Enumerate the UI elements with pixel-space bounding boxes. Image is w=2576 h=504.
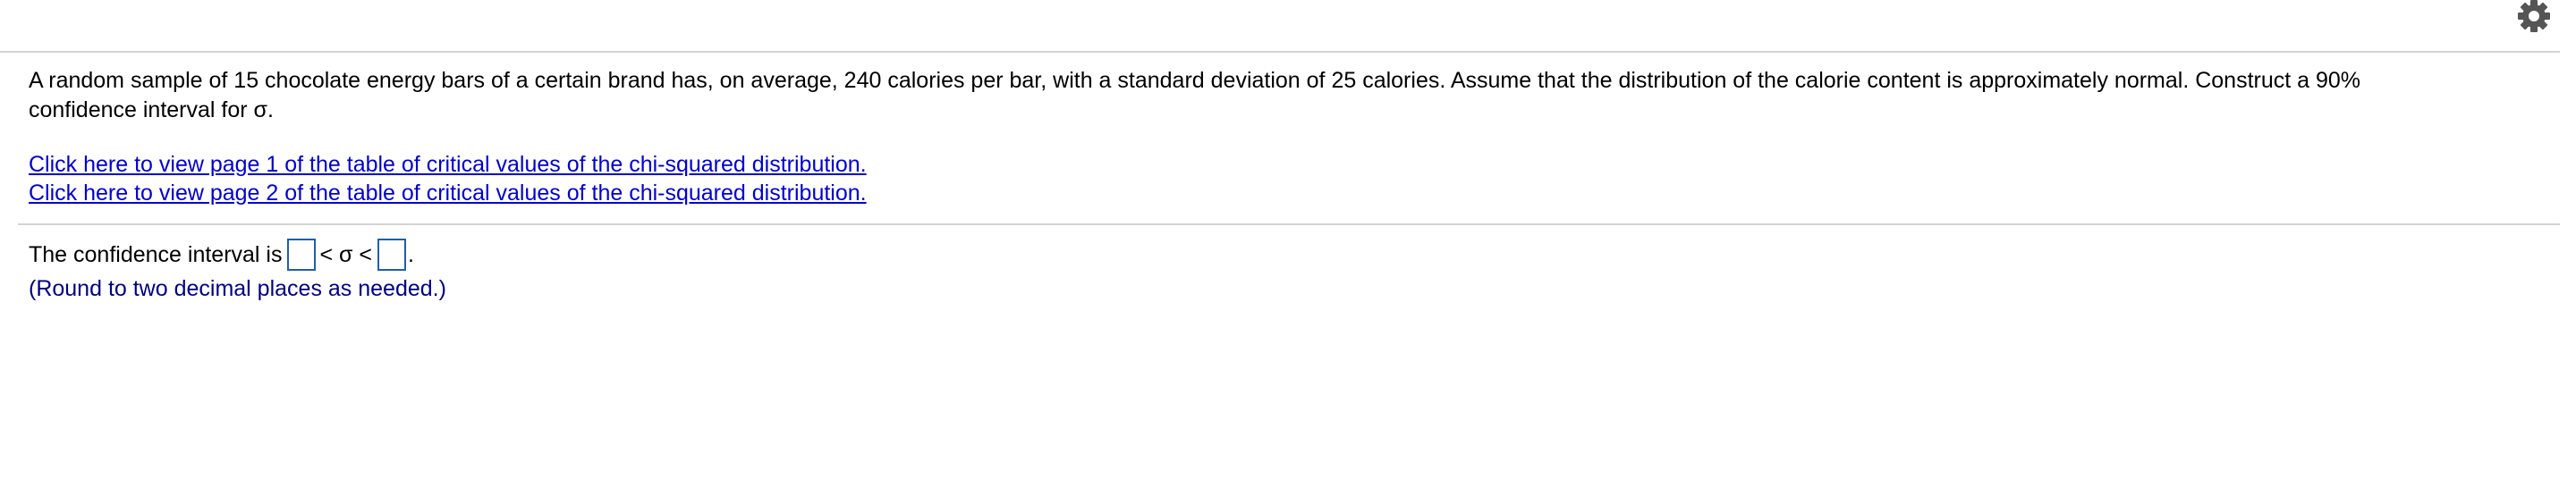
question-text-line2: confidence interval for σ.: [29, 97, 274, 122]
lower-bound-input[interactable]: [287, 239, 317, 271]
question-text: A random sample of 15 chocolate energy b…: [29, 66, 2533, 125]
sigma-inequality: < σ <: [319, 242, 373, 267]
top-toolbar: [0, 0, 2576, 53]
question-text-line1: A random sample of 15 chocolate energy b…: [29, 68, 2361, 93]
answer-row: The confidence interval is < σ < .: [29, 237, 414, 273]
gear-icon[interactable]: [2514, 0, 2554, 39]
question-panel: A random sample of 15 chocolate energy b…: [29, 66, 2533, 207]
answer-prefix: The confidence interval is: [29, 242, 283, 267]
answer-suffix: .: [408, 242, 414, 267]
chi-squared-table-page2-link[interactable]: Click here to view page 2 of the table o…: [29, 179, 867, 207]
upper-bound-input[interactable]: [377, 239, 407, 271]
rounding-hint: (Round to two decimal places as needed.): [29, 276, 446, 301]
toolbar-divider: [0, 51, 2560, 53]
section-divider: [18, 223, 2560, 225]
chi-squared-table-page1-link[interactable]: Click here to view page 1 of the table o…: [29, 150, 867, 179]
reference-links: Click here to view page 1 of the table o…: [29, 150, 2533, 207]
